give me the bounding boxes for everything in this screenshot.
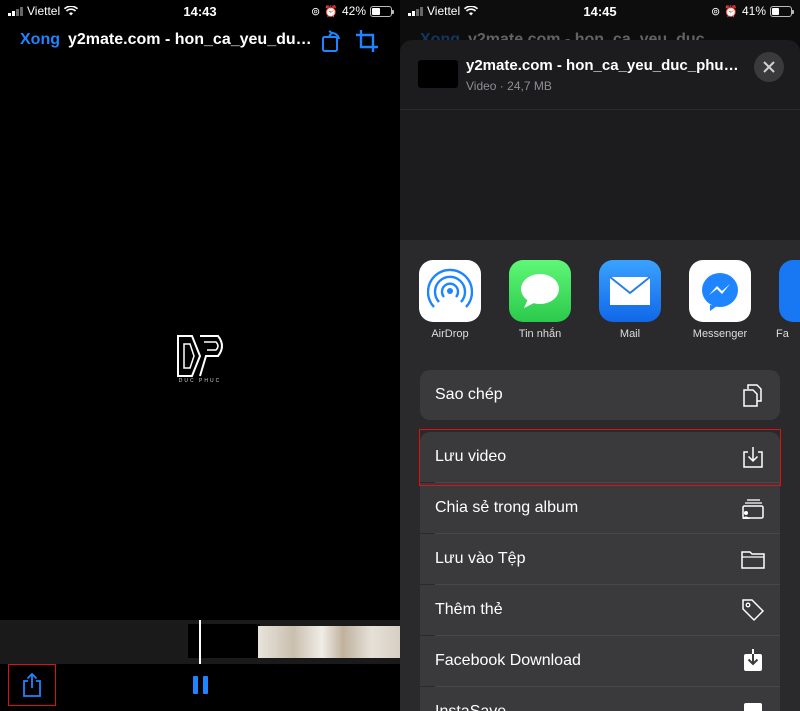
app-mail[interactable]: Mail	[590, 260, 670, 340]
bottom-toolbar	[0, 664, 400, 711]
right-screen: Viettel 14:45 ⊚ ⏰ 41% Xong y2mate.com - …	[400, 0, 800, 711]
orientation-lock-icon: ⊚	[711, 5, 721, 18]
battery-icon	[370, 5, 394, 17]
tag-icon	[742, 599, 765, 622]
shared-item-subtitle: Video · 24,7 MB	[466, 79, 552, 93]
share-sheet: y2mate.com - hon_ca_yeu_duc_phuc_mv Vide…	[400, 40, 800, 711]
action-label: Lưu vào Tệp	[435, 550, 526, 567]
action-label: Facebook Download	[435, 652, 581, 669]
alarm-icon: ⏰	[724, 5, 738, 18]
app-label: Tin nhắn	[518, 328, 562, 340]
app-label: AirDrop	[431, 328, 469, 340]
battery-icon	[770, 5, 794, 17]
logo-caption: DUC PHUC	[178, 378, 222, 384]
nav-bar: Xong y2mate.com - hon_ca_yeu_duc_phuc_mv	[0, 22, 400, 62]
battery-percent: 41%	[741, 4, 766, 18]
pause-button[interactable]	[186, 676, 214, 700]
share-button[interactable]	[8, 664, 56, 706]
share-apps-row: AirDrop Tin nhắn Mail Messenger Fa	[400, 240, 800, 350]
rotate-icon[interactable]	[318, 28, 344, 54]
battery-fill	[372, 7, 380, 15]
video-scrubber[interactable]	[0, 620, 400, 664]
video-thumbnail	[418, 60, 458, 88]
pause-icon	[192, 676, 198, 694]
alarm-icon: ⏰	[324, 5, 338, 18]
highlight-box	[419, 429, 781, 486]
action-facebook-download[interactable]: Facebook Download	[420, 636, 780, 686]
action-shared-album[interactable]: Chia sẻ trong album	[420, 483, 780, 533]
app-label: Fa	[776, 328, 789, 340]
shared-item-title: y2mate.com - hon_ca_yeu_duc_phuc_mv	[466, 57, 746, 74]
video-title: y2mate.com - hon_ca_yeu_duc_phuc_mv	[68, 31, 312, 48]
close-button[interactable]	[754, 52, 784, 82]
airdrop-icon	[427, 268, 473, 308]
preview-area	[400, 110, 800, 240]
status-bar: Viettel 14:45 ⊚ ⏰ 41%	[400, 0, 800, 22]
shared-album-icon	[742, 499, 764, 519]
status-bar: Viettel 14:43 ⊚ ⏰ 42%	[0, 0, 400, 22]
action-label: InstaSave	[435, 703, 506, 711]
action-label: Thêm thẻ	[435, 601, 503, 618]
folder-icon	[741, 551, 765, 569]
mail-icon	[609, 276, 651, 305]
action-save-to-files[interactable]: Lưu vào Tệp	[420, 534, 780, 584]
crop-icon[interactable]	[354, 28, 380, 54]
app-label: Mail	[619, 328, 641, 340]
battery-percent: 42%	[341, 4, 366, 18]
app-airdrop[interactable]: AirDrop	[410, 260, 490, 340]
share-icon	[23, 672, 41, 697]
playhead[interactable]	[199, 620, 201, 664]
action-label: Chia sẻ trong album	[435, 499, 579, 516]
app-messenger[interactable]: Messenger	[680, 260, 760, 340]
action-instasave[interactable]: InstaSave	[420, 687, 780, 711]
app-messages[interactable]: Tin nhắn	[500, 260, 580, 340]
action-add-tag[interactable]: Thêm thẻ	[420, 585, 780, 635]
messenger-icon	[702, 273, 738, 311]
action-copy[interactable]: Sao chép	[420, 370, 780, 420]
app-label: Messenger	[692, 328, 748, 340]
messages-icon	[521, 274, 559, 308]
instasave-icon	[744, 703, 762, 711]
done-button[interactable]: Xong	[20, 31, 60, 49]
download-icon	[744, 649, 762, 671]
action-label: Sao chép	[435, 386, 503, 403]
copy-icon	[743, 384, 762, 407]
duc-phuc-logo	[177, 335, 223, 377]
left-screen: Viettel 14:43 ⊚ ⏰ 42% Xong y2mate.com - …	[0, 0, 400, 711]
close-icon	[763, 61, 775, 73]
share-sheet-header: y2mate.com - hon_ca_yeu_duc_phuc_mv Vide…	[400, 40, 800, 110]
frame-thumbnails	[258, 626, 400, 658]
video-player[interactable]: DUC PHUC	[0, 62, 400, 618]
orientation-lock-icon: ⊚	[311, 5, 321, 18]
battery-fill	[772, 7, 780, 15]
app-facebook[interactable]: Fa	[770, 260, 800, 340]
